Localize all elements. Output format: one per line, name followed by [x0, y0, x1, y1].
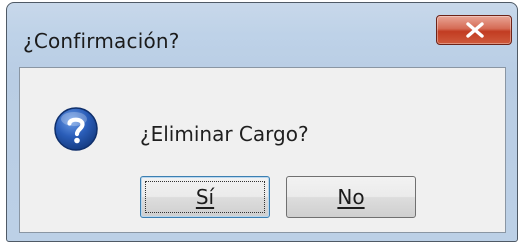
dialog-body: ¿Eliminar Cargo? Sí No	[19, 67, 506, 233]
close-icon	[466, 22, 484, 38]
yes-button-label: Sí	[195, 185, 215, 209]
close-button[interactable]	[436, 15, 512, 45]
no-button-label: No	[337, 185, 365, 209]
confirmation-dialog: ¿Confirmación? ¿Eliminar Cargo? Sí No	[6, 2, 518, 242]
title-bar[interactable]: ¿Confirmación?	[7, 3, 517, 69]
dialog-title: ¿Confirmación?	[23, 29, 180, 53]
question-icon	[54, 107, 98, 151]
yes-button[interactable]: Sí	[140, 176, 270, 218]
confirmation-message: ¿Eliminar Cargo?	[140, 122, 309, 146]
no-button[interactable]: No	[286, 176, 416, 218]
